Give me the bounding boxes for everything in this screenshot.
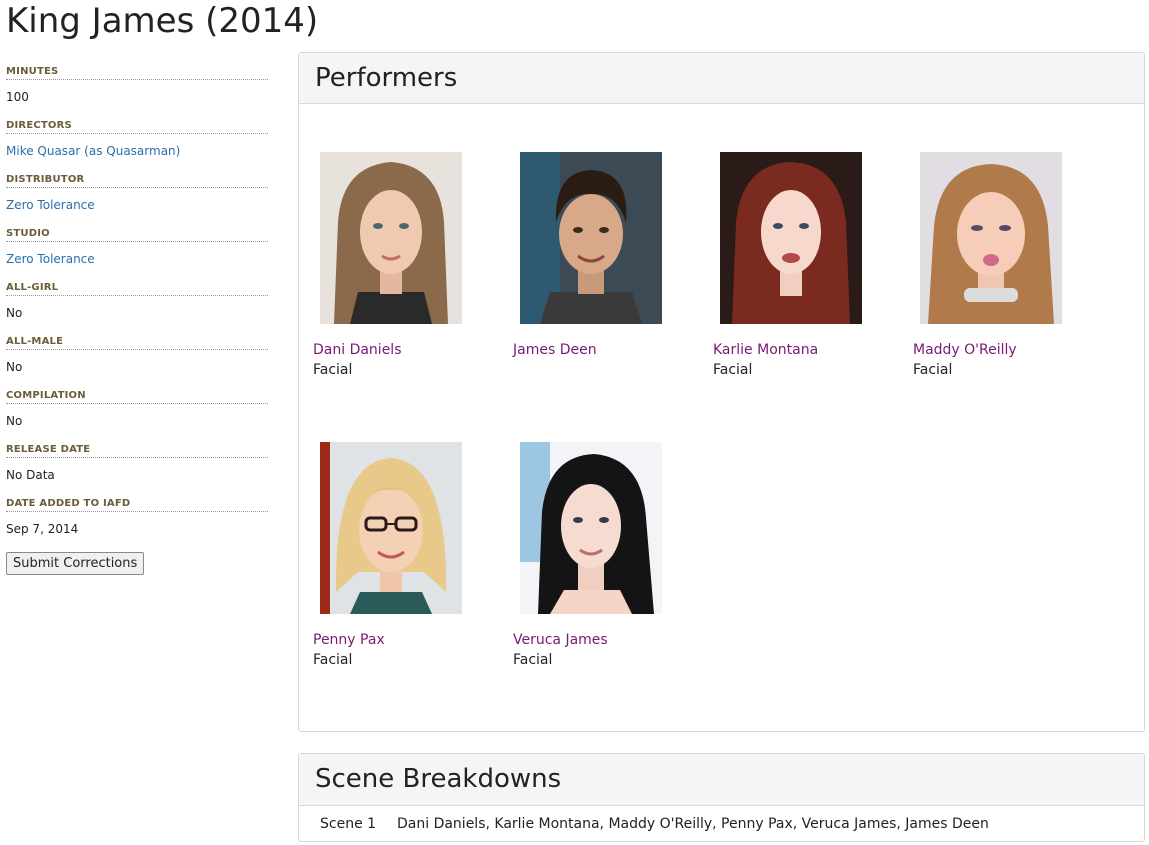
- performer-card: Karlie Montana Facial: [713, 152, 893, 380]
- performer-role: Facial: [313, 362, 353, 378]
- field-value-release-date: No Data: [6, 468, 55, 482]
- performer-card: Dani Daniels Facial: [313, 152, 493, 380]
- headshot-portrait: [520, 152, 662, 324]
- headshot-image[interactable]: [520, 152, 662, 324]
- headshot-image[interactable]: [720, 152, 862, 324]
- headshot-portrait: [320, 442, 462, 614]
- field-all-male: All-Male No: [6, 336, 268, 390]
- headshot-image[interactable]: [320, 442, 462, 614]
- performer-role: Facial: [713, 362, 753, 378]
- page-title: King James (2014): [6, 1, 319, 41]
- headshot-portrait: [920, 152, 1062, 324]
- field-label-compilation: Compilation: [6, 390, 268, 404]
- performer-link[interactable]: James Deen: [513, 340, 693, 360]
- movie-info-sidebar: Minutes 100 Directors Mike Quasar (as Qu…: [6, 66, 268, 575]
- performer-link[interactable]: Karlie Montana: [713, 340, 893, 360]
- director-link[interactable]: Mike Quasar (as Quasarman): [6, 134, 268, 174]
- performer-card: Veruca James Facial: [513, 442, 693, 670]
- performer-role: Facial: [913, 362, 953, 378]
- performer-link[interactable]: Dani Daniels: [313, 340, 493, 360]
- performer-card: Penny Pax Facial: [313, 442, 493, 670]
- field-release-date: Release Date No Data: [6, 444, 268, 498]
- headshot-portrait: [720, 152, 862, 324]
- field-value-all-girl: No: [6, 306, 23, 320]
- scene-breakdowns-panel: Scene Breakdowns Scene 1 Dani Daniels, K…: [298, 753, 1145, 842]
- headshot-portrait: [520, 442, 662, 614]
- field-label-all-male: All-Male: [6, 336, 268, 350]
- performer-role: Facial: [313, 652, 353, 668]
- field-value-minutes: 100: [6, 90, 29, 104]
- field-compilation: Compilation No: [6, 390, 268, 444]
- headshot-image[interactable]: [920, 152, 1062, 324]
- performer-role: Facial: [513, 652, 553, 668]
- scene-number: Scene 1: [320, 816, 377, 832]
- headshot-image[interactable]: [320, 152, 462, 324]
- performer-card: James Deen: [513, 152, 693, 360]
- performer-card: Maddy O'Reilly Facial: [913, 152, 1093, 380]
- submit-corrections-button[interactable]: Submit Corrections: [6, 552, 145, 575]
- distributor-link[interactable]: Zero Tolerance: [6, 188, 268, 228]
- field-date-added: Date Added to IAFD Sep 7, 2014: [6, 498, 268, 552]
- scene-cast: Dani Daniels, Karlie Montana, Maddy O'Re…: [397, 816, 989, 832]
- field-value-date-added: Sep 7, 2014: [6, 522, 79, 536]
- field-label-distributor: Distributor: [6, 174, 268, 188]
- field-distributor: Distributor Zero Tolerance: [6, 174, 268, 228]
- field-label-studio: Studio: [6, 228, 268, 242]
- performers-panel: Performers Dani Daniels Facial James Dee…: [298, 52, 1145, 732]
- field-label-all-girl: All-Girl: [6, 282, 268, 296]
- field-value-compilation: No: [6, 414, 23, 428]
- field-studio: Studio Zero Tolerance: [6, 228, 268, 282]
- scene-breakdowns-heading: Scene Breakdowns: [299, 754, 1144, 806]
- headshot-portrait: [320, 152, 462, 324]
- performer-link[interactable]: Penny Pax: [313, 630, 493, 650]
- headshot-image[interactable]: [520, 442, 662, 614]
- field-value-all-male: No: [6, 360, 23, 374]
- field-all-girl: All-Girl No: [6, 282, 268, 336]
- table-row: Scene 1 Dani Daniels, Karlie Montana, Ma…: [299, 806, 1144, 842]
- performer-link[interactable]: Maddy O'Reilly: [913, 340, 1093, 360]
- field-directors: Directors Mike Quasar (as Quasarman): [6, 120, 268, 174]
- field-label-date-added: Date Added to IAFD: [6, 498, 268, 512]
- studio-link[interactable]: Zero Tolerance: [6, 242, 268, 282]
- performers-heading: Performers: [299, 53, 1144, 104]
- field-label-release-date: Release Date: [6, 444, 268, 458]
- field-minutes: Minutes 100: [6, 66, 268, 120]
- performer-link[interactable]: Veruca James: [513, 630, 693, 650]
- field-label-minutes: Minutes: [6, 66, 268, 80]
- field-label-directors: Directors: [6, 120, 268, 134]
